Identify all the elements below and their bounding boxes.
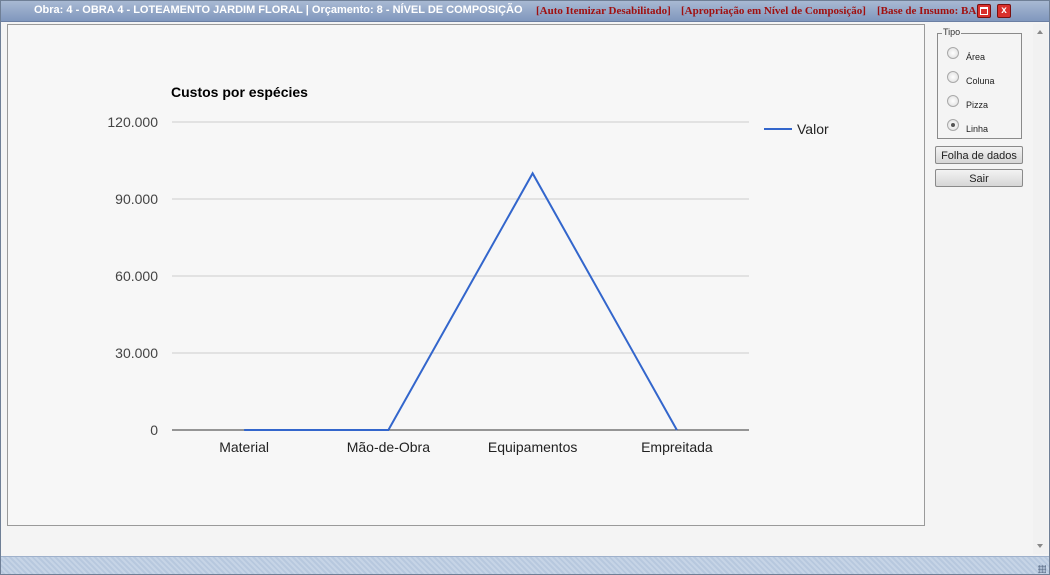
radio-pizza-label[interactable]: Pizza [966, 100, 988, 110]
x-tick-label: Equipamentos [488, 439, 578, 455]
radio-linha-label[interactable]: Linha [966, 124, 988, 134]
x-tick-label: Empreitada [641, 439, 713, 455]
input-base-status: [Base de Insumo: BA [877, 5, 977, 17]
title-bar: Obra: 4 - OBRA 4 - LOTEAMENTO JARDIM FLO… [1, 1, 1049, 22]
sair-button[interactable]: Sair [935, 169, 1023, 187]
chart-title: Custos por espécies [171, 84, 308, 100]
auto-itemize-status: [Auto Itemizar Desabilitado] [536, 5, 671, 17]
x-tick-label: Material [219, 439, 269, 455]
resize-grip-icon[interactable] [1038, 565, 1046, 573]
tipo-legend: Tipo [942, 27, 962, 37]
radio-pizza-button[interactable] [947, 95, 959, 107]
series-line [244, 171, 678, 431]
folha-de-dados-button[interactable]: Folha de dados [935, 146, 1023, 164]
chart-window: Obra: 4 - OBRA 4 - LOTEAMENTO JARDIM FLO… [0, 0, 1050, 575]
y-tick-label: 120.000 [107, 114, 158, 130]
y-tick-label: 90.000 [115, 191, 158, 207]
options-panel: Tipo Área Coluna Pizza Linha Folha de da… [931, 24, 1031, 544]
radio-area-button[interactable] [947, 47, 959, 59]
appropriation-status: [Apropriação em Nível de Composição] [681, 5, 866, 17]
line-chart: Custos por espécies 0 30.000 60.000 90.000 1… [107, 84, 829, 455]
y-tick-label: 30.000 [115, 345, 158, 361]
legend-label: Valor [797, 121, 829, 137]
y-tick-label: 0 [150, 422, 158, 438]
x-tick-label: Mão-de-Obra [347, 439, 430, 455]
scroll-down-icon[interactable] [1037, 544, 1043, 548]
maximize-icon[interactable] [977, 4, 991, 18]
tipo-group: Tipo Área Coluna Pizza Linha [937, 27, 1022, 139]
vertical-scrollbar[interactable] [1033, 24, 1048, 554]
radio-coluna-button[interactable] [947, 71, 959, 83]
window-title: Obra: 4 - OBRA 4 - LOTEAMENTO JARDIM FLO… [34, 4, 523, 16]
radio-area-label[interactable]: Área [966, 52, 985, 62]
chart-panel: Custos por espécies 0 30.000 60.000 90.000 1… [7, 24, 925, 526]
radio-coluna-label[interactable]: Coluna [966, 76, 995, 86]
status-bar [1, 556, 1049, 574]
radio-linha-button[interactable] [947, 119, 959, 131]
scroll-up-icon[interactable] [1037, 30, 1043, 34]
y-tick-label: 60.000 [115, 268, 158, 284]
close-icon[interactable]: x [997, 4, 1011, 18]
